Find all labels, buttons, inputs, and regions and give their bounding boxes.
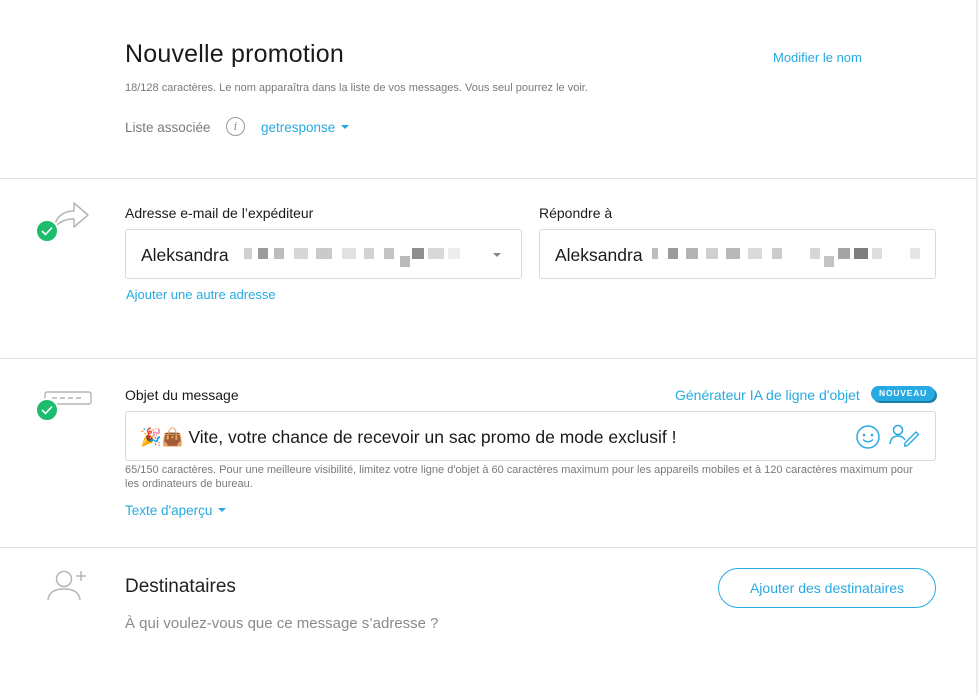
divider (0, 358, 976, 359)
dropdown-caret-icon (218, 508, 227, 513)
redacted-email (244, 248, 464, 267)
list-label: Liste associée (125, 120, 211, 135)
from-label: Adresse e-mail de l’expéditeur (125, 205, 314, 221)
add-recipients-button[interactable]: Ajouter des destinataires (718, 568, 936, 608)
subject-value: 🎉👜 Vite, votre chance de recevoir un sac… (140, 427, 677, 447)
reply-to-value: Aleksandra (555, 245, 643, 265)
list-dropdown[interactable]: getresponse (261, 120, 350, 135)
checkmark-icon (35, 398, 59, 422)
signature-icon[interactable] (889, 423, 921, 449)
recipients-subtitle: À qui voulez-vous que ce message s’adres… (125, 615, 439, 632)
subject-input[interactable]: 🎉👜 Vite, votre chance de recevoir un sac… (125, 411, 936, 461)
name-hint: 18/128 caractères. Le nom apparaîtra dan… (125, 82, 588, 94)
reply-to-label: Répondre à (539, 205, 613, 221)
subject-label: Objet du message (125, 387, 239, 403)
divider (0, 547, 976, 548)
add-user-icon (47, 570, 86, 601)
ai-subject-generator-link[interactable]: Générateur IA de ligne d'objet (675, 387, 860, 403)
info-icon[interactable]: i (226, 117, 245, 136)
checkmark-icon (35, 219, 59, 243)
recipients-title: Destinataires (125, 576, 236, 597)
from-value: Aleksandra (141, 245, 229, 265)
redacted-email (652, 248, 922, 267)
rename-link[interactable]: Modifier le nom (773, 50, 862, 65)
divider (0, 178, 976, 179)
subject-char-hint: 65/150 caractères. Pour une meilleure vi… (125, 464, 913, 490)
list-dropdown-value: getresponse (261, 120, 336, 135)
dropdown-caret-icon (341, 125, 350, 130)
page-title: Nouvelle promotion (125, 40, 344, 68)
new-badge: NOUVEAU (871, 386, 936, 401)
preview-text-dropdown[interactable]: Texte d'aperçu (125, 503, 227, 518)
reply-to-field[interactable]: Aleksandra (539, 229, 936, 279)
add-address-link[interactable]: Ajouter une autre adresse (126, 287, 276, 302)
dropdown-caret-icon (493, 253, 501, 257)
from-select[interactable]: Aleksandra (125, 229, 522, 279)
preview-text-label: Texte d'aperçu (125, 503, 213, 518)
emoji-icon[interactable] (855, 424, 881, 450)
